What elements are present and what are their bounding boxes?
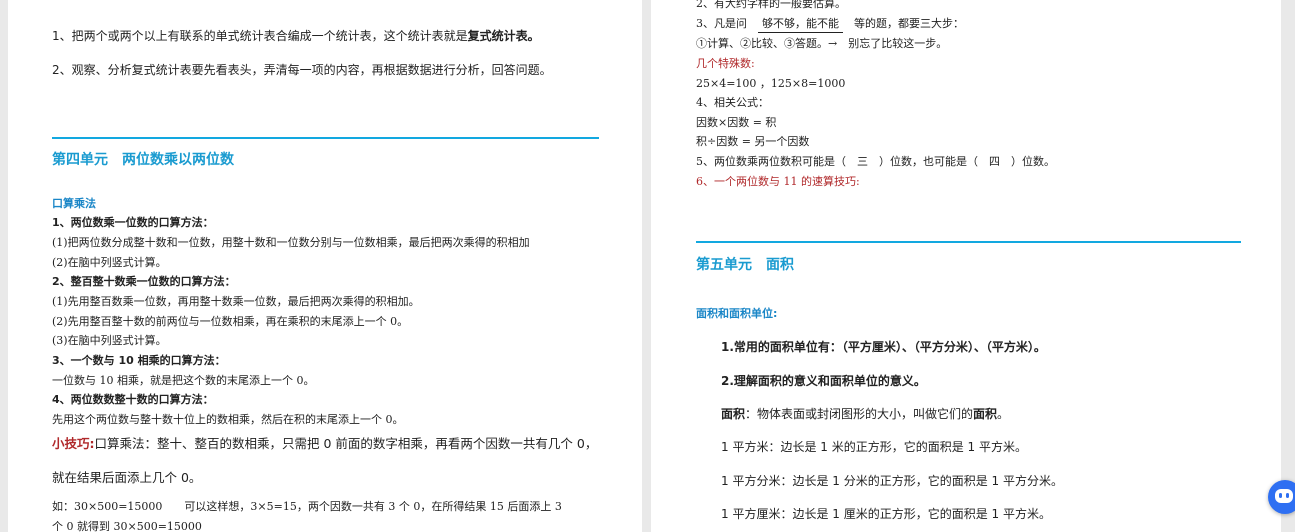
unit5-heading: 第五单元 面积 (696, 257, 794, 273)
unit-definition: 1 平方厘米：边长是 1 厘米的正方形，它的面积是 1 平方米。 (721, 507, 1051, 521)
rule-text: (1)先用整百数乘一位数，再用整十数乘一位数，最后把两次乘得的积相加。 (52, 295, 420, 308)
speed-trick-label: 6、一个两位数与 11 的速算技巧: (696, 175, 860, 188)
document-page-left: 1、把两个或两个以上有联系的单式统计表合编成一个统计表，这个统计表就是复式统计表… (8, 0, 642, 532)
rule-text: 一位数与 10 相乘，就是把这个数的末尾添上一个 0。 (52, 374, 315, 387)
rule-heading-1: 1、两位数乘一位数的口算方法： (52, 216, 214, 229)
oral-mult-subtitle: 口算乘法 (52, 197, 96, 210)
rule-heading-2: 2、整百整十数乘一位数的口算方法： (52, 275, 236, 288)
rule-text: (2)先用整百整十数的前两位与一位数相乘，再在乘积的末尾添上一个 0。 (52, 315, 409, 328)
section-divider (696, 241, 1241, 243)
rule-text: (3)在脑中列竖式计算。 (52, 334, 167, 347)
unit-definition: 1 平方分米：边长是 1 分米的正方形，它的面积是 1 平方分米。 (721, 474, 1063, 488)
special-numbers: 25×4=100 ，125×8=1000 (696, 77, 846, 90)
area-point-2: 2.理解面积的意义和面积单位的意义。 (721, 374, 926, 388)
note-text: 5、两位数乘两位数积可能是（ 三 ）位数，也可能是（ 四 ）位数。 (696, 155, 1055, 168)
note-text: 3、凡是问 够不够，能不能 等的题，都要三大步： (696, 16, 964, 33)
unit-definition: 1 平方米：边长是 1 米的正方形，它的面积是 1 平方米。 (721, 440, 1027, 454)
paragraph-analysis: 2、观察、分析复式统计表要先看表头，弄清每一项的内容，再根据数据进行分析，回答问… (52, 63, 552, 77)
unit4-heading: 第四单元 两位数乘以两位数 (52, 152, 234, 168)
rule-text: (1)把两位数分成整十数和一位数，用整十数和一位数分别与一位数相乘，最后把两次乘… (52, 236, 530, 249)
rule-heading-4: 4、两位数数整十数的口算方法： (52, 393, 214, 406)
section-divider (52, 137, 599, 139)
area-units-subtitle: 面积和面积单位: (696, 307, 778, 320)
rule-heading-3: 3、一个数与 10 相乘的口算方法： (52, 354, 226, 367)
tip-paragraph-cont: 就在结果后面添上几个 0。 (52, 470, 202, 485)
document-page-right: 2、有大约字样的一般要估算。 3、凡是问 够不够，能不能 等的题，都要三大步： … (651, 0, 1281, 532)
formula: 积÷因数 = 另一个因数 (696, 135, 810, 148)
rule-text: 先用这个两位数与整十数十位上的数相乘，然后在积的末尾添上一个 0。 (52, 413, 404, 426)
assistant-bot-icon[interactable] (1268, 480, 1295, 514)
note-text: ①计算、②比较、③答题。→ 别忘了比较这一步。 (696, 37, 948, 50)
note-text: 2、有大约字样的一般要估算。 (696, 0, 846, 10)
tip-paragraph: 小技巧:口算乘法：整十、整百的数相乘，只需把 0 前面的数字相乘，再看两个因数一… (52, 436, 598, 451)
example-line: 如：30×500=15000 可以这样想，3×5=15，两个因数一共有 3 个 … (52, 500, 562, 513)
area-definition: 面积：物体表面或封闭图形的大小，叫做它们的面积。 (721, 407, 1010, 421)
formula: 因数×因数 = 积 (696, 116, 777, 129)
formula-label: 4、相关公式： (696, 96, 769, 109)
rule-text: (2)在脑中列竖式计算。 (52, 256, 167, 269)
area-point-1: 1.常用的面积单位有：（平方厘米）、（平方分米）、（平方米）。 (721, 340, 1046, 354)
special-numbers-label: 几个特殊数: (696, 57, 755, 70)
example-line: 个 0 就得到 30×500=15000 (52, 520, 202, 532)
paragraph-compound-table: 1、把两个或两个以上有联系的单式统计表合编成一个统计表，这个统计表就是复式统计表… (52, 29, 540, 43)
